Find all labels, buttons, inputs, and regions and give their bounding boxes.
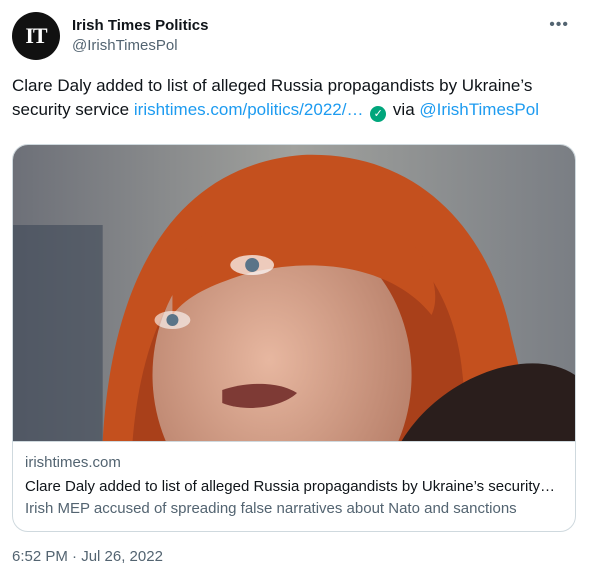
tweet-timestamp[interactable]: 6:52 PM · Jul 26, 2022: [12, 548, 163, 565]
handle[interactable]: @IrishTimesPol: [72, 36, 208, 56]
tweet-link[interactable]: irishtimes.com/politics/2022/…: [134, 100, 364, 119]
card-description: Irish MEP accused of spreading false nar…: [25, 500, 517, 517]
card-title[interactable]: Clare Daly added to list of alleged Russ…: [25, 478, 565, 495]
card-photo[interactable]: [13, 145, 575, 441]
card-body[interactable]: irishtimes.com Clare Daly added to list …: [13, 441, 575, 517]
display-name[interactable]: Irish Times Politics: [72, 16, 208, 36]
author-names: Irish Times Politics @IrishTimesPol: [72, 16, 208, 56]
avatar[interactable]: IT: [12, 12, 60, 60]
tweet-header: IT Irish Times Politics @IrishTimesPol •…: [12, 12, 577, 64]
more-icon[interactable]: •••: [549, 16, 569, 34]
tweet-text: Clare Daly added to list of alleged Russ…: [12, 74, 572, 122]
tweet-mention[interactable]: @IrishTimesPol: [419, 100, 539, 119]
verified-check-icon: ✓: [370, 106, 387, 122]
link-card[interactable]: irishtimes.com Clare Daly added to list …: [12, 144, 576, 532]
tweet-via: via: [388, 100, 420, 119]
card-domain: irishtimes.com: [25, 454, 121, 471]
